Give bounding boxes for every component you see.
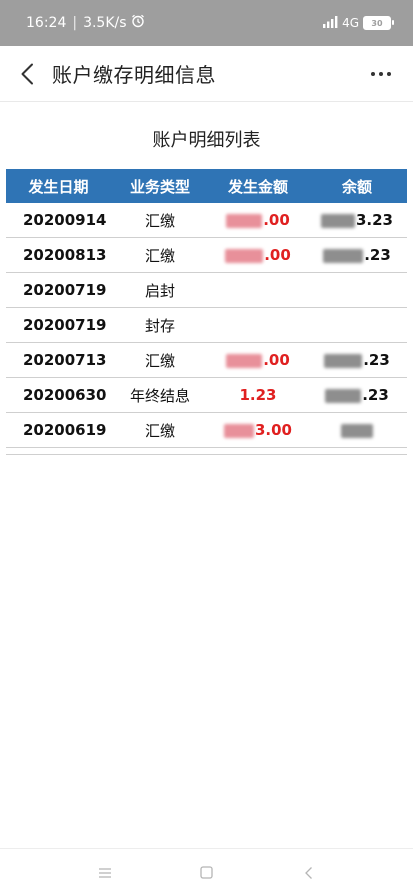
table-row[interactable]: 20200914 汇缴 .00 3.23	[6, 203, 407, 238]
cell-date: 20200630	[6, 377, 111, 413]
table-row[interactable]: 20200719 封存	[6, 307, 407, 343]
cell-balance	[307, 412, 407, 448]
cell-type: 启封	[111, 272, 209, 308]
table-row[interactable]: 20200630 年终结息 1.23 .23	[6, 377, 407, 413]
more-dot	[387, 71, 391, 76]
cell-amount	[209, 272, 307, 308]
redacted-mask	[323, 248, 364, 263]
back-icon	[305, 866, 312, 879]
table-header-row: 发生日期 业务类型 发生金额 余额	[6, 169, 407, 203]
battery-level: 30	[371, 18, 383, 28]
cell-balance: .23	[307, 237, 407, 273]
menu-icon	[98, 867, 111, 878]
cell-balance	[307, 272, 407, 308]
home-icon	[200, 866, 213, 879]
menu-button[interactable]	[85, 853, 125, 893]
header-type: 业务类型	[111, 169, 209, 203]
table-row[interactable]: 20200713 汇缴 .00 .23	[6, 342, 407, 378]
redacted-mask	[225, 248, 264, 263]
cell-date: 20200914	[6, 203, 111, 238]
cell-date: 20200713	[6, 342, 111, 378]
balance-text: .23	[364, 246, 391, 264]
amount-text: .00	[264, 246, 291, 264]
alarm-icon	[131, 14, 145, 32]
system-back-button[interactable]	[289, 853, 329, 893]
amount-text: .00	[263, 211, 290, 229]
redacted-mask	[320, 213, 355, 228]
network-speed: 3.5K/s	[83, 15, 127, 31]
cell-amount: .00	[209, 237, 307, 273]
amount-text: .00	[263, 351, 290, 369]
table-row[interactable]: 20200813 汇缴 .00 .23	[6, 237, 407, 273]
cell-balance: .23	[307, 342, 407, 378]
cell-type: 汇缴	[111, 342, 209, 378]
battery-icon: 30	[363, 16, 394, 30]
nav-bar: 账户缴存明细信息	[0, 46, 413, 102]
table-row[interactable]: 20200619 汇缴 3.00	[6, 412, 407, 448]
cell-type: 封存	[111, 307, 209, 343]
page-title: 账户缴存明细信息	[52, 63, 216, 87]
cell-type: 年终结息	[111, 377, 209, 413]
redacted-mask	[226, 353, 263, 368]
cell-balance	[307, 307, 407, 343]
account-details-table: 发生日期 业务类型 发生金额 余额 20200914 汇缴 .00 3.23 2…	[6, 169, 407, 455]
status-time: 16:24	[26, 15, 67, 31]
redacted-mask	[325, 388, 362, 403]
cell-date: 20200719	[6, 307, 111, 343]
header-balance: 余额	[307, 169, 407, 203]
list-title: 账户明细列表	[152, 130, 261, 151]
table-row[interactable]: 20200719 启封	[6, 272, 407, 308]
cell-balance: .23	[307, 377, 407, 413]
cell-type: 汇缴	[111, 203, 209, 238]
network-type: 4G	[342, 16, 359, 30]
cell-date: 20200813	[6, 237, 111, 273]
more-dot	[379, 71, 383, 76]
cell-type: 汇缴	[111, 237, 209, 273]
cell-amount: .00	[209, 203, 307, 238]
balance-text: .23	[362, 386, 389, 404]
header-date: 发生日期	[6, 169, 111, 203]
amount-text: 3.00	[254, 421, 292, 439]
status-bar: 16:24 | 3.5K/s 4G 30	[0, 0, 413, 46]
cell-date: 20200619	[6, 412, 111, 448]
cell-amount: 1.23	[209, 377, 307, 413]
signal-icon	[322, 15, 338, 31]
cell-amount: .00	[209, 342, 307, 378]
cell-type: 汇缴	[111, 412, 209, 448]
back-button[interactable]	[4, 46, 50, 102]
redacted-mask	[223, 423, 254, 438]
system-nav-bar	[0, 848, 413, 896]
cell-amount: 3.00	[209, 412, 307, 448]
more-button[interactable]	[367, 46, 395, 102]
header-amount: 发生金额	[209, 169, 307, 203]
redacted-mask	[226, 213, 263, 228]
status-separator: |	[72, 15, 78, 31]
redacted-mask	[340, 423, 373, 438]
cell-amount	[209, 307, 307, 343]
balance-text: .23	[363, 351, 390, 369]
table-bottom-rule	[6, 448, 407, 455]
chevron-left-icon	[21, 63, 33, 84]
cell-balance: 3.23	[307, 203, 407, 238]
home-button[interactable]	[187, 853, 227, 893]
cell-date: 20200719	[6, 272, 111, 308]
balance-text: 3.23	[355, 211, 393, 229]
redacted-mask	[324, 353, 363, 368]
more-dots-icon	[371, 71, 375, 76]
